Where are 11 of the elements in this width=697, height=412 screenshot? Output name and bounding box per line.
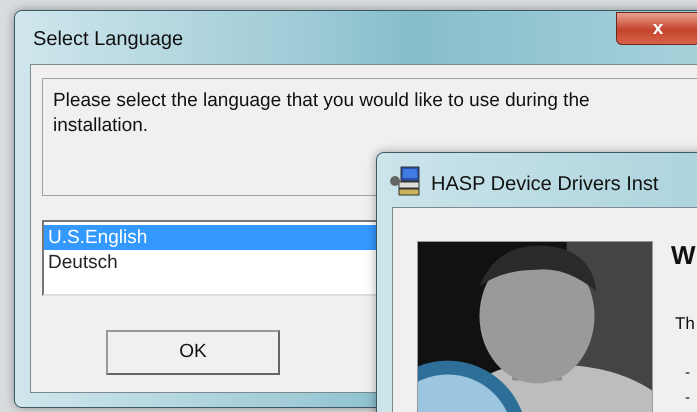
window-title: HASP Device Drivers Inst <box>431 172 658 197</box>
computer-icon <box>389 165 421 197</box>
ok-button[interactable]: OK <box>106 330 280 375</box>
language-item[interactable]: Deutsch <box>44 250 376 275</box>
bullet-text: - <box>685 390 690 405</box>
language-list[interactable]: U.S.English Deutsch <box>42 220 376 296</box>
heading-text: W <box>671 242 696 268</box>
bullet-text: - <box>685 365 690 380</box>
close-button[interactable]: x <box>616 12 697 45</box>
intro-text: Th <box>675 313 695 335</box>
window-title: Select Language <box>33 27 184 52</box>
